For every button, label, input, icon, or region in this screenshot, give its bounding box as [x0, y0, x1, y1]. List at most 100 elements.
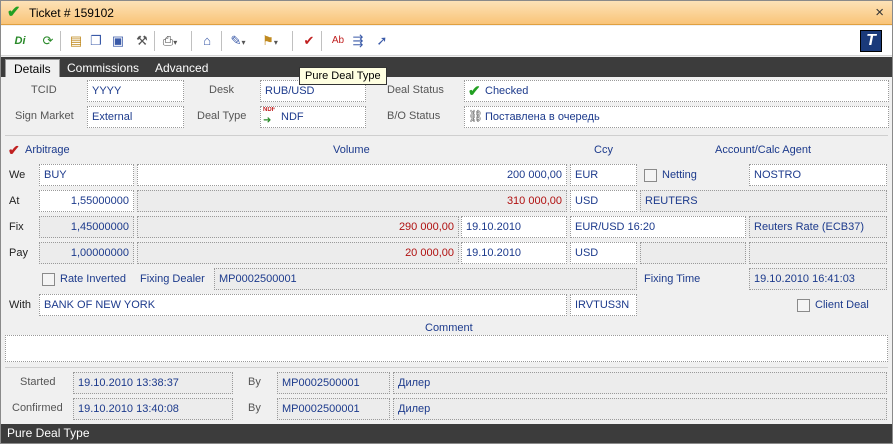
deal-status-label: Deal Status — [387, 84, 444, 96]
counterparty-field[interactable]: BANK OF NEW YORK — [39, 294, 567, 316]
with-label: With — [9, 299, 31, 311]
arbitrage-label: Arbitrage — [25, 144, 70, 156]
edit-icon[interactable]: ✎▾ — [229, 32, 247, 50]
fix-rate-field: 1,45000000 — [39, 216, 134, 238]
refresh-icon[interactable]: ⟳ — [39, 32, 57, 50]
started-field: 19.10.2010 13:38:37 — [73, 372, 233, 394]
divider — [5, 135, 888, 136]
queue-icon: ⛓ — [468, 109, 484, 123]
ticket-window: ✔ Ticket # 159102 × Di ⟳ ▤ ❐ ▣ ⚒ ⎙▾ ⌂ ✎▾… — [0, 0, 893, 444]
tools-icon[interactable]: ⚒ — [133, 32, 151, 50]
started-by-label: By — [248, 376, 261, 388]
tab-details[interactable]: Details — [5, 59, 60, 77]
fixing-time-field: 19.10.2010 16:41:03 — [749, 268, 887, 290]
fix-date-field[interactable]: 19.10.2010 — [461, 216, 567, 238]
deal-type-field[interactable]: NDF ➜ NDF — [260, 106, 366, 128]
account-field[interactable]: NOSTRO — [749, 164, 887, 186]
title-bar: ✔ Ticket # 159102 × — [1, 1, 892, 25]
di-icon[interactable]: Di — [11, 32, 29, 50]
pay-label: Pay — [9, 247, 28, 259]
toolbar-separator — [292, 31, 293, 51]
we-label: We — [9, 169, 26, 181]
t-logo-icon[interactable]: T — [860, 30, 882, 52]
route-icon[interactable]: ➚ — [373, 32, 391, 50]
window-title: Ticket # 159102 — [29, 6, 114, 20]
tab-advanced[interactable]: Advanced — [147, 59, 216, 77]
account-label: Account/Calc Agent — [715, 144, 812, 156]
tab-commissions[interactable]: Commissions — [59, 59, 147, 77]
counter-ccy-field[interactable]: USD — [570, 190, 637, 212]
fixing-time-label: Fixing Time — [644, 273, 701, 285]
status-bar: Pure Deal Type — [1, 424, 892, 443]
client-deal-label: Client Deal — [815, 299, 869, 311]
bo-status-field[interactable]: ⛓ Поставлена в очередь — [464, 106, 889, 128]
deal-type-label: Deal Type — [197, 110, 247, 122]
tcid-field[interactable]: YYYY — [87, 80, 184, 102]
ccy-field[interactable]: EUR — [570, 164, 637, 186]
divider — [5, 367, 888, 368]
toolbar-separator — [154, 31, 155, 51]
pay-source-field — [749, 242, 887, 264]
comment-label: Comment — [425, 322, 473, 334]
copy-icon[interactable]: ❐ — [87, 32, 105, 50]
toolbar-separator — [60, 31, 61, 51]
checked-icon: ✔ — [468, 83, 481, 100]
sign-market-field[interactable]: External — [87, 106, 184, 128]
ndf-badge-icon: NDF — [263, 107, 276, 113]
pay-ccy-field[interactable]: USD — [570, 242, 637, 264]
fix-source-field: Reuters Rate (ECB37) — [749, 216, 887, 238]
confirmed-label: Confirmed — [12, 402, 63, 414]
confirmed-by-label: By — [248, 402, 261, 414]
tab-bar: Details Commissions Advanced — [1, 57, 892, 77]
pay-rate-field: 1,00000000 — [39, 242, 134, 264]
flag-icon[interactable]: ⚑▾ — [261, 32, 279, 50]
deal-status-field[interactable]: ✔ Checked — [464, 80, 889, 102]
open-icon[interactable]: ▤ — [67, 32, 85, 50]
checked-icon: ✔ — [7, 4, 21, 21]
toolbar-tooltip: Pure Deal Type — [299, 67, 387, 85]
rate-inverted-label: Rate Inverted — [60, 273, 127, 285]
started-by-field: MP0002500001 — [277, 372, 390, 394]
ab-icon[interactable]: Ab — [329, 32, 347, 50]
fix-pair-field[interactable]: EUR/USD 16:20 — [570, 216, 746, 238]
rate-source-field: REUTERS — [640, 190, 887, 212]
arbitrage-check-icon: ✔ — [8, 142, 20, 158]
close-button[interactable]: × — [875, 4, 884, 21]
deal-status-value: Checked — [485, 85, 529, 97]
confirmed-by-field: MP0002500001 — [277, 398, 390, 420]
comment-field[interactable] — [5, 335, 888, 362]
fix-label: Fix — [9, 221, 24, 233]
started-label: Started — [20, 376, 56, 388]
tcid-label: TCID — [31, 84, 57, 96]
confirmed-field: 19.10.2010 13:40:08 — [73, 398, 233, 420]
volume-label: Volume — [333, 144, 370, 156]
netting-checkbox[interactable] — [644, 169, 657, 182]
client-deal-checkbox[interactable] — [797, 299, 810, 312]
pay-amount-field: 20 000,00 — [137, 242, 459, 264]
print-icon[interactable]: ⎙▾ — [161, 32, 179, 50]
bo-status-value: Поставлена в очередь — [485, 111, 600, 123]
sign-market-label: Sign Market — [15, 110, 74, 122]
toolbar-separator — [221, 31, 222, 51]
swift-field[interactable]: IRVTUS3N — [570, 294, 637, 316]
fixing-dealer-label: Fixing Dealer — [140, 273, 205, 285]
rate-field[interactable]: 1,55000000 — [39, 190, 134, 212]
check-deal-icon[interactable]: ✔ — [300, 32, 318, 50]
side-field[interactable]: BUY — [39, 164, 134, 186]
toolbar-separator — [191, 31, 192, 51]
pay-extra-field — [640, 242, 746, 264]
fix-amount-field: 290 000,00 — [137, 216, 459, 238]
split-icon[interactable]: ⇶ — [349, 32, 367, 50]
pay-date-field[interactable]: 19.10.2010 — [461, 242, 567, 264]
volume-field[interactable]: 200 000,00 — [137, 164, 567, 186]
export-icon[interactable]: ⌂ — [198, 32, 216, 50]
toolbar: Di ⟳ ▤ ❐ ▣ ⚒ ⎙▾ ⌂ ✎▾ ⚑▾ ✔ Ab ⇶ ➚ T — [1, 26, 892, 56]
confirmed-role-field: Дилер — [393, 398, 887, 420]
netting-label: Netting — [662, 169, 697, 181]
fixing-dealer-field: MP0002500001 — [214, 268, 637, 290]
bo-status-label: B/O Status — [387, 110, 441, 122]
paste-icon[interactable]: ▣ — [109, 32, 127, 50]
toolbar-separator — [321, 31, 322, 51]
rate-inverted-checkbox[interactable] — [42, 273, 55, 286]
counter-volume-field: 310 000,00 — [137, 190, 567, 212]
